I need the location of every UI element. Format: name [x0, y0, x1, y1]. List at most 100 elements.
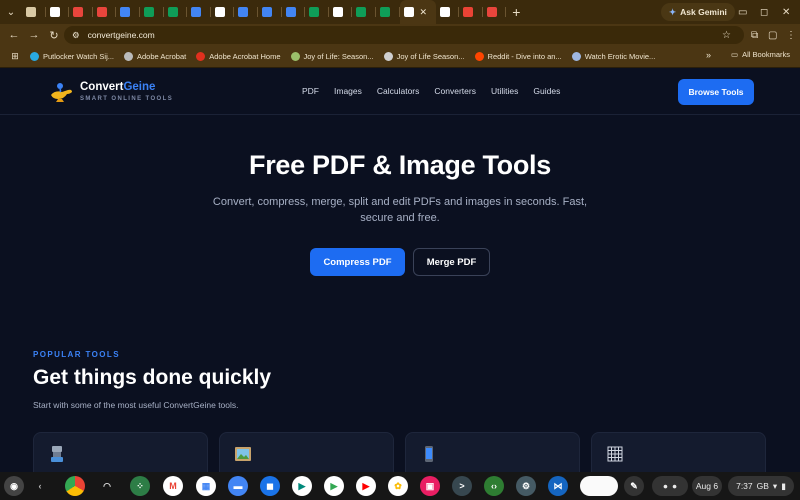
browser-tab[interactable] [376, 0, 400, 24]
media-controls[interactable]: ● ● [652, 476, 688, 496]
tool-card-grid[interactable] [591, 432, 766, 472]
minimize-icon[interactable]: ▭ [738, 0, 747, 24]
youtube-icon[interactable]: ▶ [356, 476, 376, 496]
settings-icon[interactable]: ⚙ [516, 476, 536, 496]
forward-icon[interactable]: → [24, 29, 44, 41]
bookmark-favicon-icon [474, 52, 484, 61]
close-tab-icon[interactable]: ✕ [420, 7, 428, 18]
bookmark-label: Joy of Life: Season... [303, 52, 374, 61]
site-logo[interactable]: ConvertGeine SMART ONLINE TOOLS [48, 79, 173, 103]
tool-card-image[interactable] [219, 432, 394, 472]
browser-tab[interactable] [69, 0, 93, 24]
extensions-icon[interactable]: ⧉ [751, 24, 758, 46]
launcher-icon[interactable]: ◉ [4, 476, 24, 496]
tool-card-compress[interactable] [33, 432, 208, 472]
browser-tab[interactable] [282, 0, 306, 24]
nav-link-converters[interactable]: Converters [434, 86, 476, 96]
nav-link-pdf[interactable]: PDF [302, 86, 319, 96]
reload-icon[interactable]: ↻ [44, 29, 64, 42]
all-bookmarks-label: All Bookmarks [742, 50, 790, 59]
code-editor-icon[interactable]: ‹› [484, 476, 504, 496]
bookmark-item[interactable]: Joy of Life: Season... [290, 52, 374, 61]
nav-link-utilities[interactable]: Utilities [491, 86, 518, 96]
maximize-icon[interactable]: ◻ [760, 0, 768, 24]
app-icon-pink[interactable]: ▣ [420, 476, 440, 496]
browser-tab[interactable]: ✕ [399, 0, 436, 24]
bookmark-item[interactable]: Joy of Life Season... [383, 52, 465, 61]
calendar-icon[interactable]: ▦ [196, 476, 216, 496]
compress-pdf-button[interactable]: Compress PDF [310, 248, 405, 276]
apps-grid-icon[interactable]: ⁘ [130, 476, 150, 496]
browser-tab[interactable] [22, 0, 46, 24]
browser-tab[interactable] [211, 0, 235, 24]
gmail-icon[interactable]: M [163, 476, 183, 496]
vscode-icon[interactable]: ⋈ [548, 476, 568, 496]
date-button[interactable]: Aug 6 [692, 476, 722, 496]
pinned-app-icon[interactable] [580, 476, 618, 496]
browser-tab[interactable] [93, 0, 117, 24]
browser-tab[interactable] [436, 0, 460, 24]
ask-gemini-button[interactable]: ✦ Ask Gemini [661, 3, 735, 21]
photos-icon[interactable]: ✿ [388, 476, 408, 496]
bookmark-item[interactable]: Watch Erotic Movie... [571, 52, 655, 61]
menu-icon[interactable]: ⋮ [786, 24, 796, 46]
tab-separator [505, 7, 507, 17]
meet-icon[interactable]: ▶ [292, 476, 312, 496]
section-eyebrow: POPULAR TOOLS [33, 350, 120, 359]
doc-icon [49, 7, 60, 17]
apps-icon[interactable]: ⊞ [0, 51, 30, 62]
stylus-icon[interactable]: ✎ [624, 476, 644, 496]
tool-cards [33, 432, 766, 472]
browser-tab[interactable] [329, 0, 353, 24]
bookmark-star-icon[interactable]: ☆ [722, 24, 731, 46]
bookmark-item[interactable]: Adobe Acrobat Home [196, 52, 281, 61]
bookmarks-bar: ⊞ Putlocker Watch Sij... Adobe Acrobat Ado… [0, 46, 800, 68]
browser-tab[interactable] [459, 0, 483, 24]
bookmark-item[interactable]: Adobe Acrobat [124, 52, 186, 61]
nav-link-images[interactable]: Images [334, 86, 362, 96]
hero-subtitle: Convert, compress, merge, split and edit… [212, 196, 588, 224]
browser-tab[interactable] [305, 0, 329, 24]
site-info-icon[interactable]: ⚙ [72, 30, 80, 41]
merge-pdf-button[interactable]: Merge PDF [413, 248, 490, 276]
bookmark-item[interactable]: Putlocker Watch Sij... [30, 52, 114, 61]
nav-link-calculators[interactable]: Calculators [377, 86, 420, 96]
profile-icon[interactable]: ▢ [768, 24, 777, 46]
browser-tab[interactable] [187, 0, 211, 24]
collapse-shelf-icon[interactable]: ‹ [30, 476, 50, 496]
brand-tagline: SMART ONLINE TOOLS [80, 95, 174, 102]
terminal-icon[interactable]: > [452, 476, 472, 496]
section-subtitle: Start with some of the most useful Conve… [33, 400, 239, 410]
more-bookmarks-icon[interactable]: » [706, 50, 711, 60]
browser-tab[interactable] [140, 0, 164, 24]
sheets-icon [143, 7, 154, 17]
all-bookmarks-button[interactable]: ▭ All Bookmarks [731, 50, 790, 59]
chrome-icon[interactable] [65, 476, 85, 496]
nav-link-guides[interactable]: Guides [533, 86, 560, 96]
browser-tab[interactable] [164, 0, 188, 24]
tool-card-mobile[interactable] [405, 432, 580, 472]
cast-icon[interactable]: ◠ [97, 476, 117, 496]
folder-icon: ▭ [730, 50, 739, 59]
system-tray[interactable]: 7:37 GB ▾ ▮ [728, 476, 794, 496]
tab-search-icon[interactable]: ⌄ [0, 0, 22, 24]
close-window-icon[interactable]: ✕ [782, 0, 790, 24]
google-icon [285, 7, 296, 17]
date-label: Aug 6 [695, 481, 719, 491]
bookmark-item[interactable]: Reddit - Dive into an... [474, 52, 562, 61]
browser-tab[interactable] [234, 0, 258, 24]
messages-icon[interactable]: ◼ [260, 476, 280, 496]
browser-tab[interactable] [116, 0, 140, 24]
browser-tab[interactable] [352, 0, 376, 24]
browser-tab[interactable] [483, 0, 507, 24]
browser-tab[interactable] [258, 0, 282, 24]
browse-tools-button[interactable]: Browse Tools [678, 79, 754, 105]
files-icon[interactable]: ▬ [228, 476, 248, 496]
image-icon [235, 447, 251, 461]
browser-tab[interactable] [46, 0, 70, 24]
play-store-icon[interactable]: ▶ [324, 476, 344, 496]
tab-list: ✕ [22, 0, 507, 24]
back-icon[interactable]: ← [4, 29, 24, 41]
new-tab-button[interactable]: + [506, 4, 526, 20]
address-bar[interactable]: ⚙ convertgeine.com [64, 26, 744, 44]
